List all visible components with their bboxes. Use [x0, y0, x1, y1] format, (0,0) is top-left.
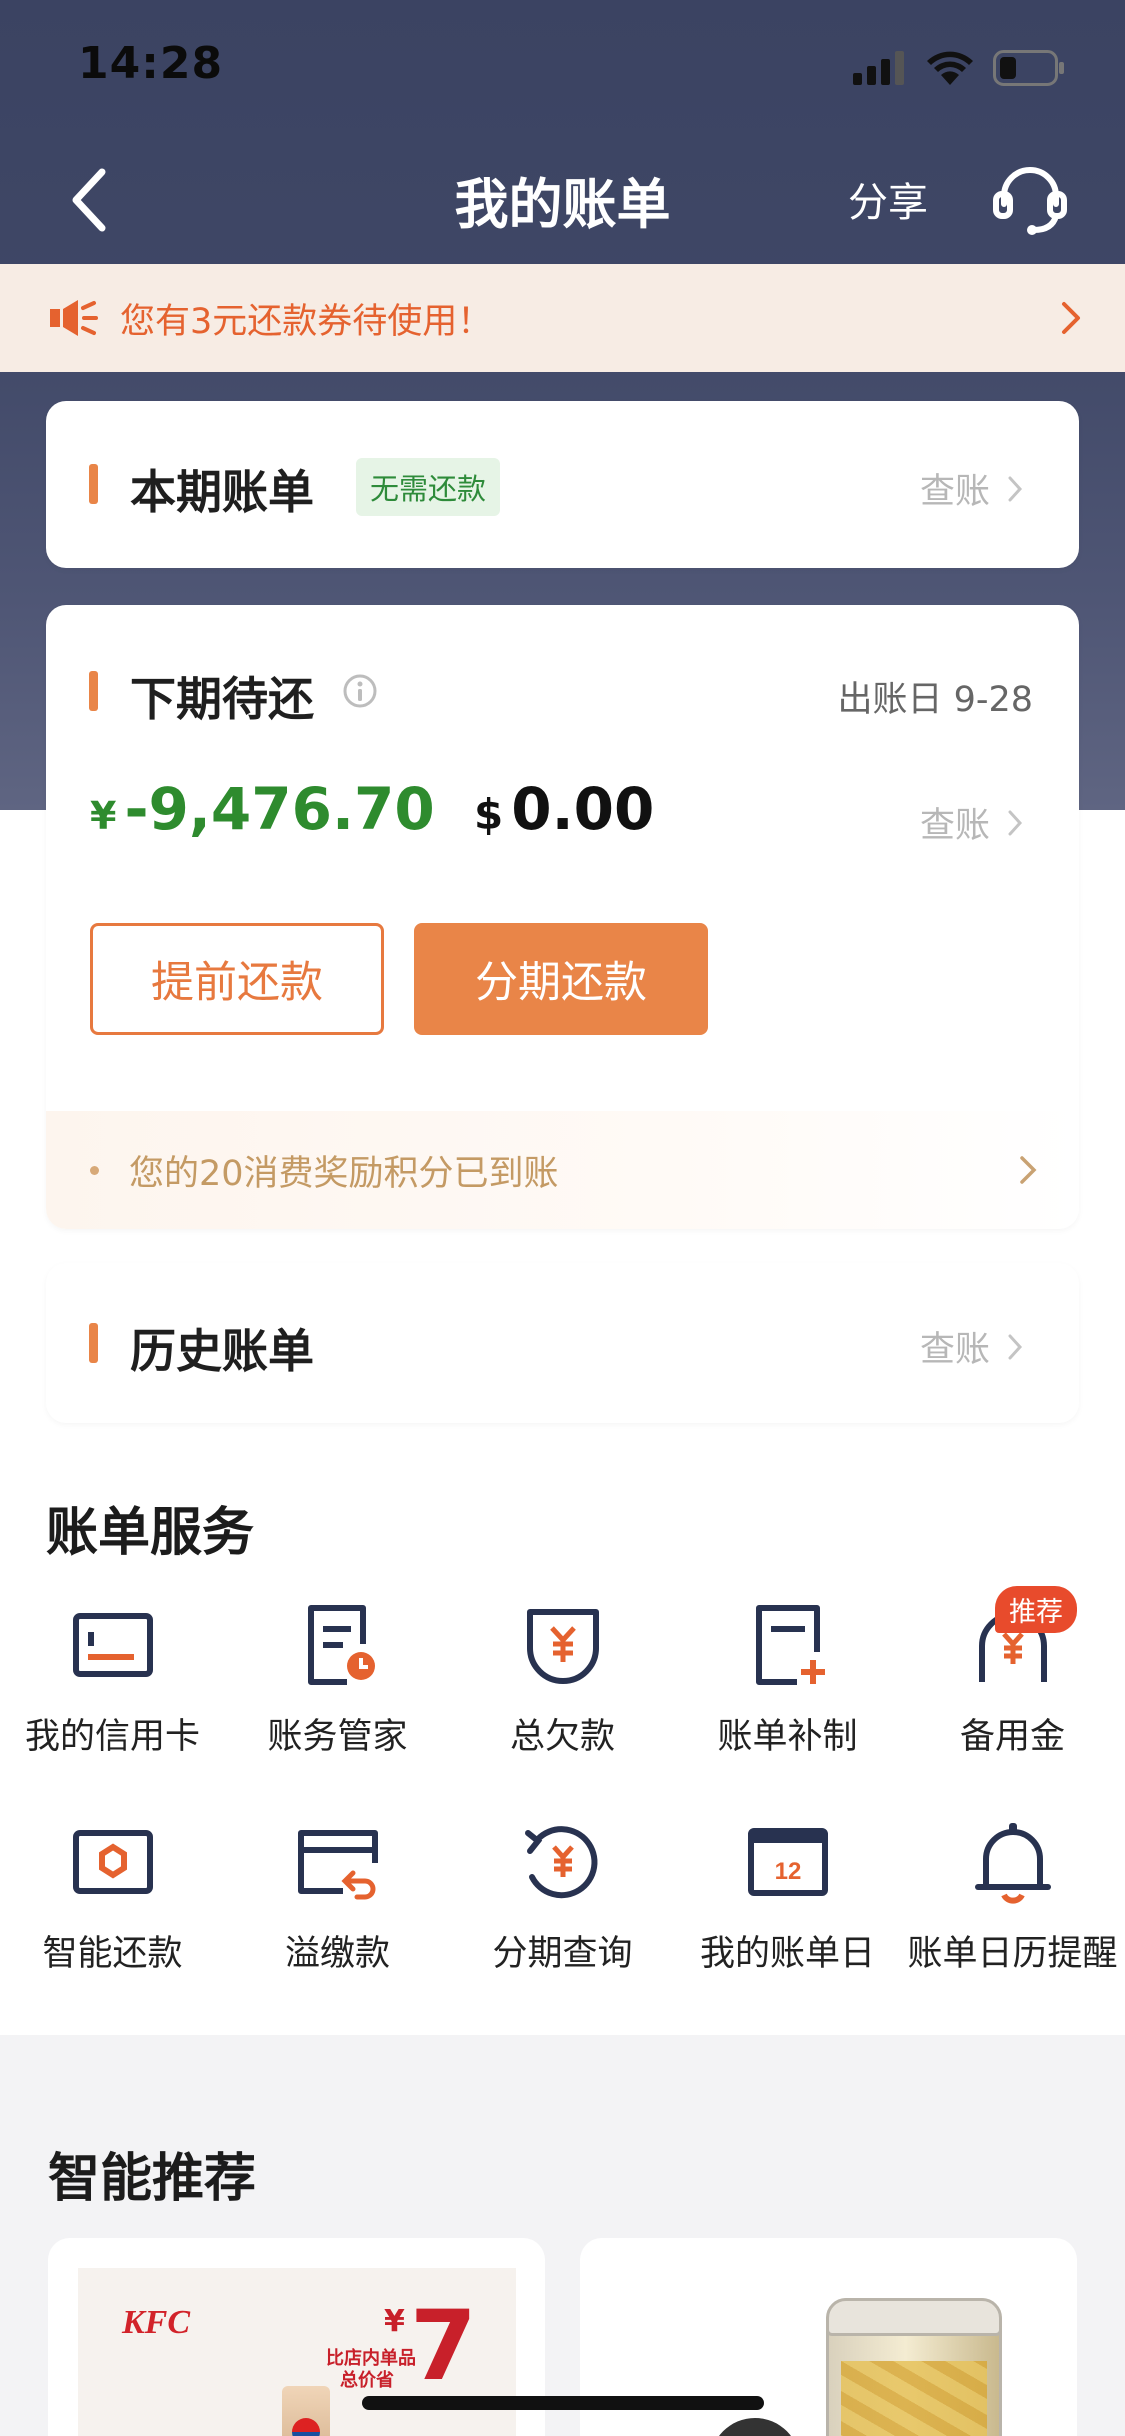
service-bill-reminder[interactable]: 账单日历提醒 — [900, 1817, 1125, 1976]
next-due-title: 下期待还 — [130, 672, 314, 726]
notice-text: 您有3元还款券待使用！ — [120, 301, 493, 342]
credit-card-icon — [72, 1613, 153, 1677]
service-label: 总欠款 — [509, 1717, 615, 1757]
calendar-day-text: 12 — [774, 1858, 801, 1885]
next-due-card: 下期待还 出账日 9-28 ¥ -9,476.70 $ 0.00 查账 提前还款… — [46, 605, 1079, 1229]
service-overpayment[interactable]: 溢缴款 — [225, 1817, 450, 1976]
smart-repay-icon — [72, 1830, 153, 1894]
title-marker — [89, 464, 98, 504]
jar-contents — [841, 2361, 987, 2436]
service-my-credit-card[interactable]: 我的信用卡 — [0, 1600, 225, 1759]
reward-text: 您的20消费奖励积分已到账 — [129, 1153, 559, 1194]
account-manager-icon — [307, 1605, 375, 1685]
service-bill-day[interactable]: 12 我的账单日 — [675, 1817, 900, 1976]
service-bill-reissue[interactable]: 账单补制 — [675, 1600, 900, 1759]
dark-object-image — [710, 2418, 800, 2436]
kfc-price: 7 — [410, 2290, 477, 2402]
services-title: 账单服务 — [46, 1503, 255, 1563]
cny-symbol: ¥ — [90, 794, 117, 838]
service-label: 分期查询 — [492, 1934, 633, 1974]
next-due-check-link[interactable]: 查账 — [920, 797, 1024, 848]
cny-value: -9,476.70 — [124, 775, 435, 843]
usd-value: 0.00 — [511, 775, 655, 843]
battery-icon — [993, 50, 1064, 86]
history-bill-title: 历史账单 — [130, 1324, 314, 1378]
usd-symbol: $ — [474, 790, 504, 839]
total-debt-icon — [526, 1609, 599, 1684]
wifi-icon — [927, 51, 973, 85]
status-icons — [853, 46, 1065, 90]
bill-reissue-icon — [755, 1605, 825, 1685]
installment-button[interactable]: 分期还款 — [414, 923, 708, 1035]
usd-amount: $ 0.00 — [474, 775, 654, 843]
service-label: 我的信用卡 — [24, 1717, 200, 1757]
info-icon[interactable] — [342, 673, 378, 709]
service-smart-repay[interactable]: 智能还款 — [0, 1817, 225, 1976]
title-marker — [89, 671, 98, 711]
installment-query-icon — [524, 1826, 597, 1899]
current-bill-title: 本期账单 — [130, 465, 314, 519]
service-installment-query[interactable]: 分期查询 — [450, 1817, 675, 1976]
chevron-right-icon — [1062, 302, 1080, 334]
kfc-logo: KFC — [122, 2304, 191, 2341]
service-label: 账务管家 — [267, 1717, 408, 1757]
service-label: 备用金 — [959, 1717, 1065, 1757]
cny-amount: ¥ -9,476.70 — [90, 775, 435, 843]
no-repayment-tag: 无需还款 — [356, 458, 501, 516]
status-time: 14:28 — [78, 38, 224, 89]
signal-icon — [853, 51, 904, 85]
chevron-right-icon — [1008, 1334, 1023, 1359]
history-bill-card[interactable]: 历史账单 查账 — [46, 1263, 1079, 1423]
service-label: 溢缴款 — [284, 1934, 390, 1974]
speaker-icon — [50, 300, 98, 336]
service-total-debt[interactable]: 总欠款 — [450, 1600, 675, 1759]
check-label: 查账 — [920, 472, 991, 512]
check-label: 查账 — [920, 806, 991, 846]
bill-day-icon: 12 — [747, 1828, 828, 1896]
kfc-price-symbol: ¥ — [384, 2304, 405, 2339]
title-marker — [89, 1323, 98, 1363]
statement-date: 出账日 9-28 — [837, 680, 1033, 720]
reward-points-row[interactable]: 您的20消费奖励积分已到账 — [46, 1111, 1079, 1229]
service-label: 我的账单日 — [699, 1934, 875, 1974]
share-button[interactable]: 分享 — [848, 170, 928, 228]
bullet-dot — [90, 1165, 99, 1175]
service-label: 账单补制 — [717, 1717, 858, 1757]
chevron-right-icon — [1020, 1156, 1037, 1184]
service-label: 智能还款 — [42, 1934, 183, 1974]
home-indicator — [362, 2396, 764, 2410]
chevron-right-icon — [1008, 810, 1023, 835]
chevron-right-icon — [1008, 476, 1023, 501]
current-bill-card[interactable]: 本期账单 无需还款 查账 — [46, 401, 1079, 568]
customer-service-icon[interactable] — [990, 160, 1070, 240]
current-bill-check-link[interactable]: 查账 — [920, 463, 1024, 514]
prepay-button[interactable]: 提前还款 — [90, 923, 384, 1035]
coupon-notice-bar[interactable]: 您有3元还款券待使用！ — [0, 264, 1125, 372]
jar-lid — [826, 2298, 1002, 2336]
kfc-banner: KFC 比店内单品 总价省 ¥ 7 — [78, 2268, 516, 2436]
check-label: 查账 — [920, 1330, 991, 1370]
recommend-title: 智能推荐 — [48, 2149, 257, 2209]
service-account-manager[interactable]: 账务管家 — [225, 1600, 450, 1759]
page-title: 我的账单 — [454, 173, 671, 236]
kfc-caption-line2: 总价省 — [340, 2370, 394, 2391]
recommend-badge: 推荐 — [995, 1586, 1077, 1633]
bell-icon — [974, 1823, 1051, 1904]
service-label: 账单日历提醒 — [907, 1934, 1118, 1974]
product-jar-image — [826, 2298, 1002, 2436]
overpayment-icon — [297, 1830, 378, 1900]
history-check-link[interactable]: 查账 — [920, 1321, 1024, 1372]
